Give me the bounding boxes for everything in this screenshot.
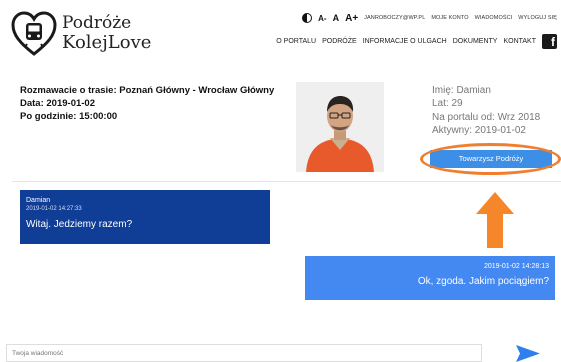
main-nav: O PORTALU PODRÓŻE INFORMACJE O ULGACH DO… [276,34,557,49]
message-author: Damian [26,197,51,204]
brand-line-2: KolejLove [62,32,152,53]
font-decrease-button[interactable]: A- [318,14,326,23]
messages-link[interactable]: WIADOMOŚCI [475,15,513,21]
utility-bar: A- A A+ JANROBOCZY@WP.PL MOJE KONTO WIAD… [302,12,557,24]
contrast-icon[interactable] [302,13,313,23]
logout-link[interactable]: WYLOGUJ SIĘ [518,15,557,21]
outgoing-message: 2019-01-02 14:28:13 Ok, zgoda. Jakim poc… [305,256,555,300]
arrow-up-annotation [476,192,514,248]
nav-contact[interactable]: KONTAKT [503,38,536,45]
profile-age: Lat: 29 [432,98,463,110]
profile-last-active: Aktywny: 2019-01-02 [432,124,526,136]
trip-route: Rozmawacie o trasie: Poznań Główny - Wro… [20,85,275,96]
travel-companion-button[interactable]: Towarzysz Podróży [430,150,552,168]
heart-train-icon [11,11,57,56]
profile-name: Imię: Damian [432,85,491,96]
trip-info: Rozmawacie o trasie: Poznań Główny - Wro… [20,84,274,123]
section-divider [12,181,561,182]
message-text: Ok, zgoda. Jakim pociągiem? [417,276,549,287]
send-icon[interactable] [516,345,540,362]
message-text: Witaj. Jedziemy razem? [26,219,133,230]
site-name: Podróże KolejLove [62,13,152,53]
my-account-link[interactable]: MOJE KONTO [431,15,468,21]
brand-line-1: Podróże [62,13,132,33]
font-increase-button[interactable]: A+ [345,13,358,24]
message-input[interactable] [6,344,482,362]
user-profile: Imię: Damian Lat: 29 Na portalu od: Wrz … [432,84,540,137]
trip-time: Po godzinie: 15:00:00 [20,111,118,122]
nav-documents[interactable]: DOKUMENTY [453,38,498,45]
font-normal-button[interactable]: A [333,13,340,23]
user-email-link[interactable]: JANROBOCZY@WP.PL [364,15,425,21]
message-timestamp: 2019-01-02 14:27:33 [26,206,82,212]
nav-trips[interactable]: PODRÓŻE [322,38,357,45]
nav-discounts[interactable]: INFORMACJE O ULGACH [363,38,447,45]
nav-about[interactable]: O PORTALU [276,38,316,45]
incoming-message: Damian 2019-01-02 14:27:33 Witaj. Jedzie… [20,190,270,244]
user-avatar [296,82,384,172]
site-logo[interactable]: Podróże KolejLove [10,10,152,58]
facebook-icon[interactable]: f [542,34,557,49]
message-timestamp: 2019-01-02 14:28:13 [484,263,549,270]
profile-member-since: Na portalu od: Wrz 2018 [432,111,541,123]
trip-date: Data: 2019-01-02 [20,98,95,109]
